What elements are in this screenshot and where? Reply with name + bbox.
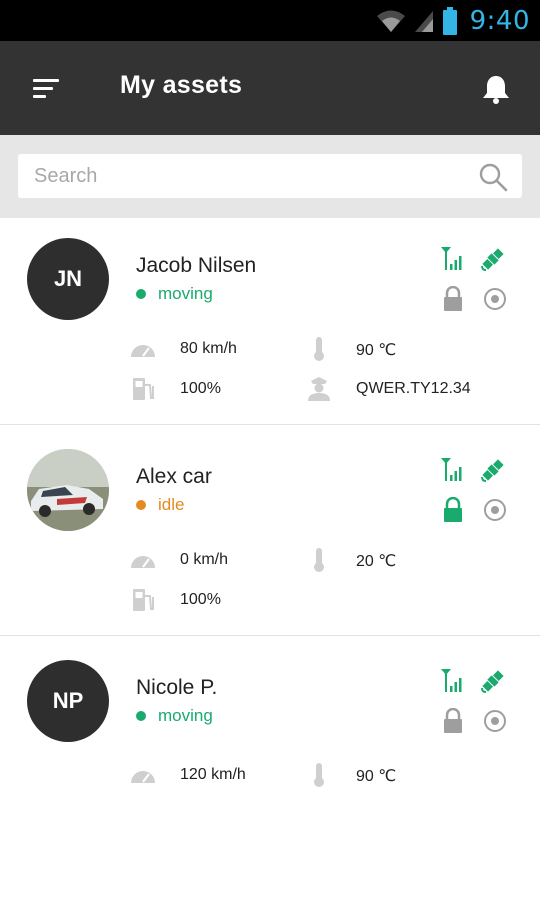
target-icon	[484, 499, 506, 521]
sort-menu-icon	[33, 79, 59, 98]
search-bar-container	[0, 135, 540, 218]
signal-bars-icon	[441, 247, 462, 270]
locate-button[interactable]	[482, 497, 508, 523]
locate-button[interactable]	[482, 708, 508, 734]
page-title: My assets	[120, 71, 243, 99]
asset-card[interactable]: JN Jacob Nilsen moving 80 km/h 90 ℃ 100%…	[0, 218, 540, 425]
temperature-value: 90 ℃	[356, 768, 397, 785]
asset-card[interactable]: NP Nicole P. moving 120 km/h 90 ℃	[0, 636, 540, 816]
target-icon	[484, 710, 506, 732]
thermometer-icon	[306, 762, 332, 788]
speed-value: 0 km/h	[180, 551, 229, 568]
driver-icon	[306, 376, 332, 402]
speedometer-icon	[130, 762, 156, 788]
status-indicator: idle	[136, 495, 184, 515]
system-status-bar: 9:40	[0, 0, 540, 41]
avatar-photo	[27, 449, 109, 531]
car-photo-image	[27, 449, 109, 531]
speed-value: 80 km/h	[180, 340, 237, 357]
gps-indicator	[480, 457, 506, 483]
lock-indicator[interactable]	[440, 497, 466, 523]
thermometer-icon	[306, 336, 332, 362]
gps-indicator	[480, 668, 506, 694]
status-dot	[136, 500, 146, 510]
temperature-value: 90 ℃	[356, 342, 397, 359]
search-box	[18, 154, 522, 198]
fuel-value: 100%	[180, 591, 221, 608]
lock-indicator[interactable]	[440, 286, 466, 312]
gps-indicator	[480, 246, 506, 272]
locate-button[interactable]	[482, 286, 508, 312]
status-indicator: moving	[136, 284, 213, 304]
bell-icon	[483, 76, 509, 104]
signal-bars-icon	[441, 669, 462, 692]
signal-bars-icon	[441, 458, 462, 481]
signal-indicator	[440, 457, 466, 483]
status-text: idle	[158, 495, 185, 514]
thermometer-icon	[306, 547, 332, 573]
speed-value: 120 km/h	[180, 766, 246, 783]
cell-signal-icon	[414, 10, 433, 32]
status-indicator: moving	[136, 706, 213, 726]
asset-name: Nicole P.	[136, 676, 218, 699]
signal-indicator	[440, 246, 466, 272]
avatar: JN	[27, 238, 109, 320]
satellite-icon	[481, 459, 504, 482]
asset-name: Alex car	[136, 465, 212, 488]
lock-indicator[interactable]	[440, 708, 466, 734]
signal-indicator	[440, 668, 466, 694]
asset-name: Jacob Nilsen	[136, 254, 257, 277]
search-input[interactable]	[18, 154, 468, 198]
app-bar: My assets	[0, 41, 540, 135]
battery-icon	[442, 6, 457, 35]
clock: 9:40	[469, 5, 530, 36]
asset-card[interactable]: Alex car idle 0 km/h 20 ℃ 100%	[0, 425, 540, 636]
lock-icon	[444, 497, 462, 522]
fuel-value: 100%	[180, 380, 221, 397]
status-dot	[136, 289, 146, 299]
fuel-icon	[130, 587, 156, 613]
status-dot	[136, 711, 146, 721]
speedometer-icon	[130, 547, 156, 573]
wifi-icon	[376, 10, 405, 32]
status-text: moving	[158, 284, 213, 303]
notifications-button[interactable]	[474, 67, 518, 111]
satellite-icon	[481, 248, 504, 271]
speedometer-icon	[130, 336, 156, 362]
search-icon[interactable]	[478, 162, 508, 192]
target-icon	[484, 288, 506, 310]
status-text: moving	[158, 706, 213, 725]
lock-icon	[444, 708, 462, 733]
fuel-icon	[130, 376, 156, 402]
avatar: NP	[27, 660, 109, 742]
driver-id-value: QWER.TY12.34	[356, 380, 471, 397]
temperature-value: 20 ℃	[356, 553, 397, 570]
lock-icon	[444, 286, 462, 311]
satellite-icon	[481, 670, 504, 693]
menu-button[interactable]	[22, 67, 72, 111]
